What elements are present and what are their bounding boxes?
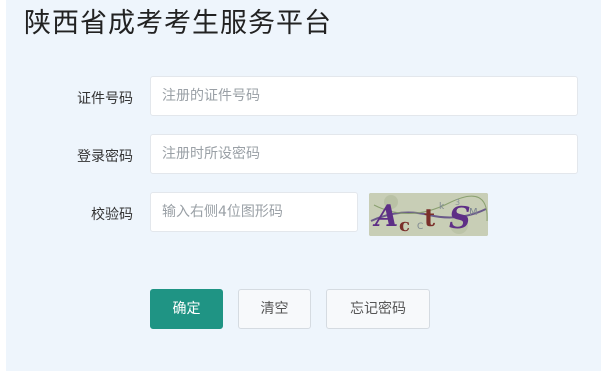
captcha-input[interactable] [150,192,358,232]
password-input[interactable] [150,134,578,174]
svg-text:c: c [399,215,410,236]
captcha-graphic: A c t S C k M 3 [369,193,488,236]
svg-text:A: A [372,199,398,234]
svg-text:3: 3 [455,198,460,207]
captcha-image[interactable]: A c t S C k M 3 [369,193,488,236]
captcha-label: 校验码 [91,207,133,223]
id-number-label: 证件号码 [77,91,133,107]
password-label: 登录密码 [77,149,133,165]
svg-text:k: k [439,202,445,212]
svg-text:M: M [469,207,478,218]
clear-button[interactable]: 清空 [238,289,311,329]
svg-text:C: C [417,222,423,232]
page-title: 陕西省成考考生服务平台 [24,8,332,39]
forgot-password-button[interactable]: 忘记密码 [326,289,430,329]
id-number-input[interactable] [150,76,578,116]
confirm-button[interactable]: 确定 [150,289,223,329]
svg-text:t: t [424,203,435,232]
